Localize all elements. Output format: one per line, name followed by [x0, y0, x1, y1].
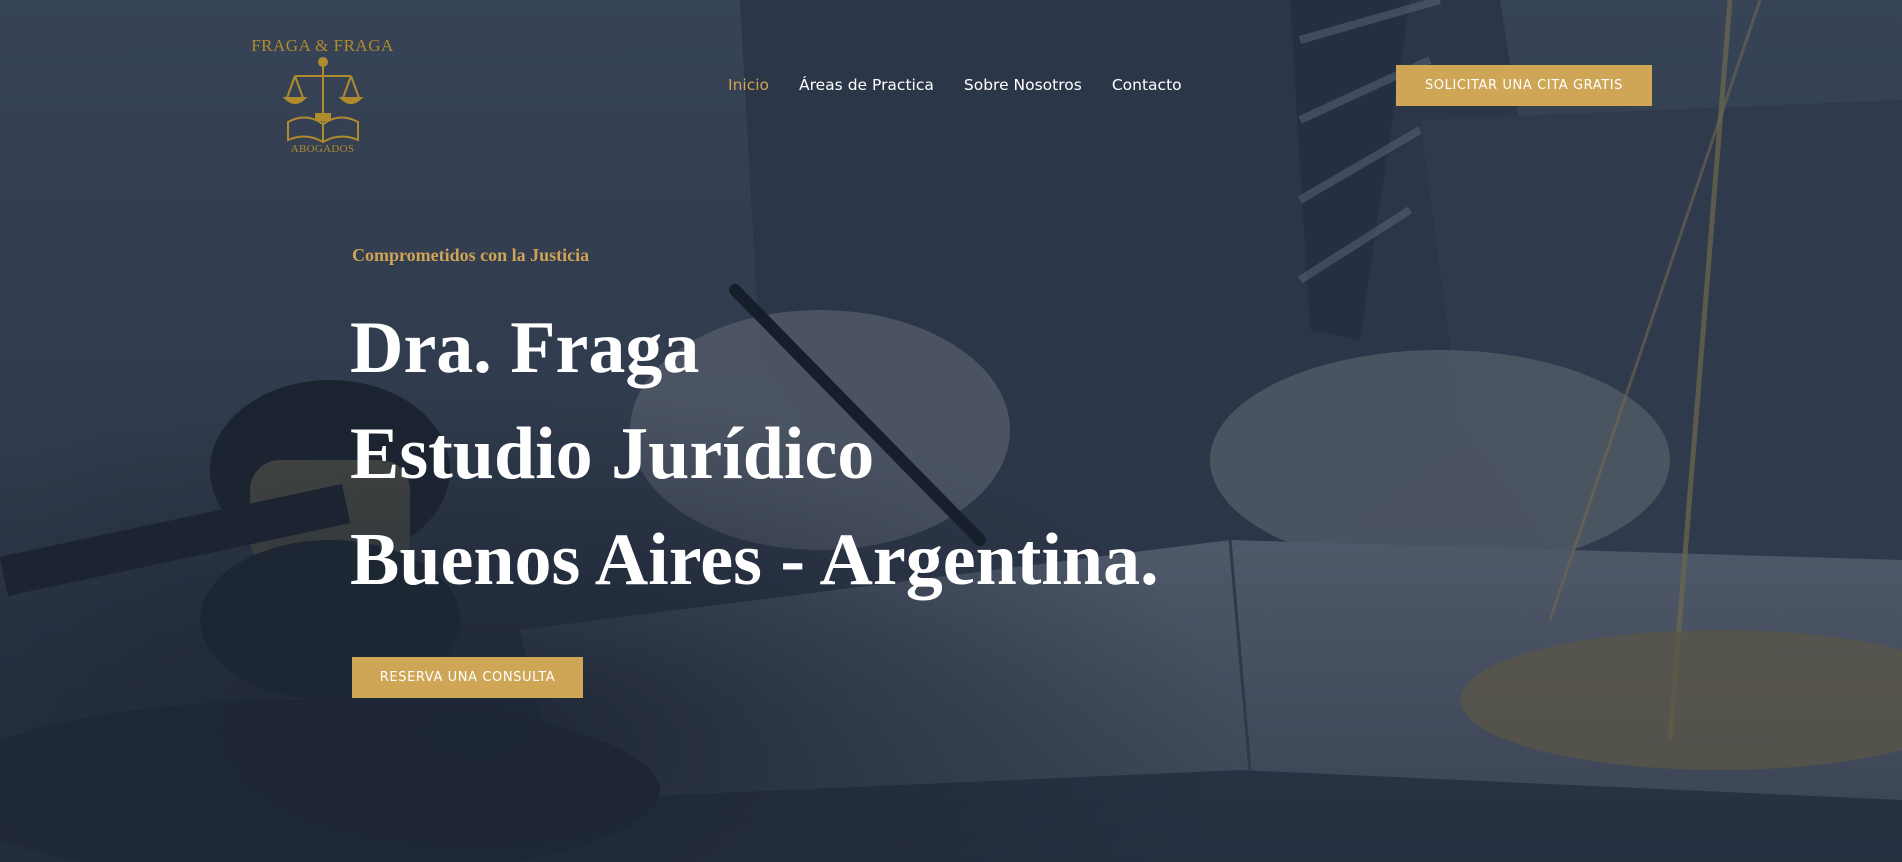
nav-item-areas-de-practica[interactable]: Áreas de Practica: [799, 76, 934, 94]
nav-item-contacto[interactable]: Contacto: [1112, 76, 1182, 94]
main-navigation: Inicio Áreas de Practica Sobre Nosotros …: [728, 73, 1212, 97]
request-free-appointment-button[interactable]: SOLICITAR UNA CITA GRATIS: [1396, 65, 1652, 106]
hero-tagline: Comprometidos con la Justicia: [352, 245, 590, 265]
logo[interactable]: FRAGA & FRAGA ABOGADOS: [250, 32, 395, 162]
nav-item-inicio[interactable]: Inicio: [728, 76, 769, 94]
scales-of-justice-book-icon: [282, 57, 364, 144]
headline-line-2: Estudio Jurídico: [350, 413, 875, 495]
book-consultation-button[interactable]: RESERVA UNA CONSULTA: [352, 657, 583, 698]
logo-text-bottom: ABOGADOS: [290, 143, 355, 155]
headline-line-3: Buenos Aires - Argentina.: [350, 519, 1159, 601]
nav-item-sobre-nosotros[interactable]: Sobre Nosotros: [964, 76, 1082, 94]
headline-line-1: Dra. Fraga: [350, 307, 700, 389]
hero-headline: Dra. Fraga Estudio Jurídico Buenos Aires…: [350, 295, 1159, 613]
